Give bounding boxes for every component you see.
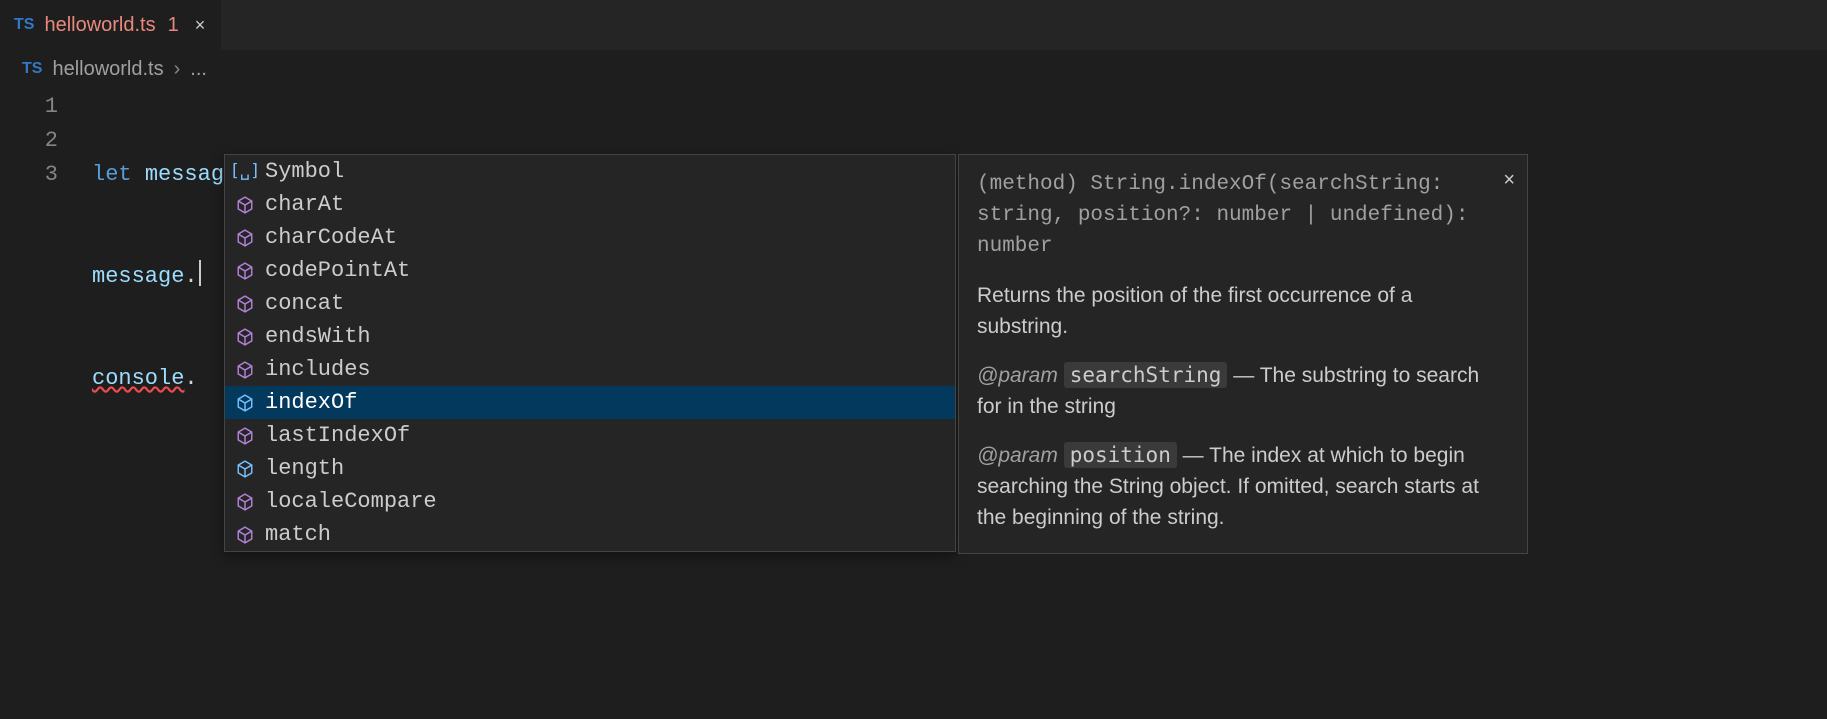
doc-signature: (method) String.indexOf(searchString: st… — [977, 169, 1509, 262]
suggestion-label: lastIndexOf — [265, 419, 410, 452]
suggestion-label: codePointAt — [265, 254, 410, 287]
suggestion-item-charcodeat[interactable]: charCodeAt — [225, 221, 955, 254]
suggestion-item-includes[interactable]: includes — [225, 353, 955, 386]
suggestion-item-match[interactable]: match — [225, 518, 955, 551]
keyword-let: let — [92, 162, 132, 187]
suggestion-label: Symbol — [265, 155, 344, 188]
text-cursor — [199, 260, 201, 286]
doc-description: Returns the position of the first occurr… — [977, 280, 1509, 342]
breadcrumb[interactable]: TS helloworld.ts › ... — [0, 50, 1827, 88]
suggestion-item-length[interactable]: length — [225, 452, 955, 485]
suggestion-label: localeCompare — [265, 485, 437, 518]
method-icon — [235, 228, 255, 248]
suggestion-label: indexOf — [265, 386, 357, 419]
suggestion-label: includes — [265, 353, 371, 386]
tab-helloworld[interactable]: TS helloworld.ts 1 × — [0, 0, 222, 50]
intellisense-doc-panel: × (method) String.indexOf(searchString: … — [958, 154, 1528, 554]
method-icon — [235, 459, 255, 479]
close-icon[interactable]: × — [195, 15, 206, 36]
method-icon — [235, 195, 255, 215]
suggestion-label: match — [265, 518, 331, 551]
suggestion-item-indexof[interactable]: indexOf — [225, 386, 955, 419]
suggestion-item-symbol[interactable]: [␣] Symbol — [225, 155, 955, 188]
typescript-icon: TS — [14, 16, 34, 34]
tab-bar: TS helloworld.ts 1 × — [0, 0, 1827, 50]
typescript-icon: TS — [22, 60, 42, 78]
breadcrumb-filename: helloworld.ts — [52, 58, 163, 81]
suggestion-item-localecompare[interactable]: localeCompare — [225, 485, 955, 518]
param-tag: @param — [977, 444, 1058, 467]
close-icon[interactable]: × — [1503, 165, 1515, 196]
param-sep: — — [1227, 364, 1259, 387]
method-icon — [235, 525, 255, 545]
method-icon — [235, 360, 255, 380]
suggestion-item-endswith[interactable]: endsWith — [225, 320, 955, 353]
identifier-console-error: console — [92, 366, 184, 391]
suggestion-label: endsWith — [265, 320, 371, 353]
line-number: 1 — [0, 90, 58, 124]
param-name: position — [1064, 442, 1177, 468]
param-tag: @param — [977, 364, 1058, 387]
suggestion-item-concat[interactable]: concat — [225, 287, 955, 320]
doc-param-2: @param position — The index at which to … — [977, 440, 1509, 533]
method-icon — [235, 294, 255, 314]
param-sep: — — [1177, 444, 1209, 467]
punct-dot: . — [184, 366, 197, 391]
line-number: 2 — [0, 124, 58, 158]
suggestion-item-charat[interactable]: charAt — [225, 188, 955, 221]
breadcrumb-rest: ... — [190, 58, 207, 81]
suggestion-label: concat — [265, 287, 344, 320]
method-icon — [235, 426, 255, 446]
tab-filename: helloworld.ts — [44, 14, 155, 37]
method-icon — [235, 261, 255, 281]
punct-dot: . — [184, 264, 197, 289]
suggestion-item-lastindexof[interactable]: lastIndexOf — [225, 419, 955, 452]
method-icon — [235, 393, 255, 413]
suggestion-label: length — [265, 452, 344, 485]
method-icon — [235, 492, 255, 512]
identifier-message: message — [92, 264, 184, 289]
param-name: searchString — [1064, 362, 1228, 388]
tab-dirty-badge: 1 — [168, 14, 179, 37]
suggestion-label: charCodeAt — [265, 221, 397, 254]
line-gutter: 1 2 3 — [0, 88, 92, 464]
chevron-right-icon: › — [174, 58, 181, 81]
editor[interactable]: 1 2 3 let message : string = "Hello Worl… — [0, 88, 1827, 464]
suggestion-item-codepointat[interactable]: codePointAt — [225, 254, 955, 287]
suggestion-label: charAt — [265, 188, 344, 221]
intellisense-suggestions[interactable]: [␣] SymbolcharAtcharCodeAtcodePointAtconc… — [224, 154, 956, 552]
method-icon — [235, 327, 255, 347]
doc-param-1: @param searchString — The substring to s… — [977, 360, 1509, 422]
bracket-icon: [␣] — [235, 162, 255, 182]
line-number: 3 — [0, 158, 58, 192]
